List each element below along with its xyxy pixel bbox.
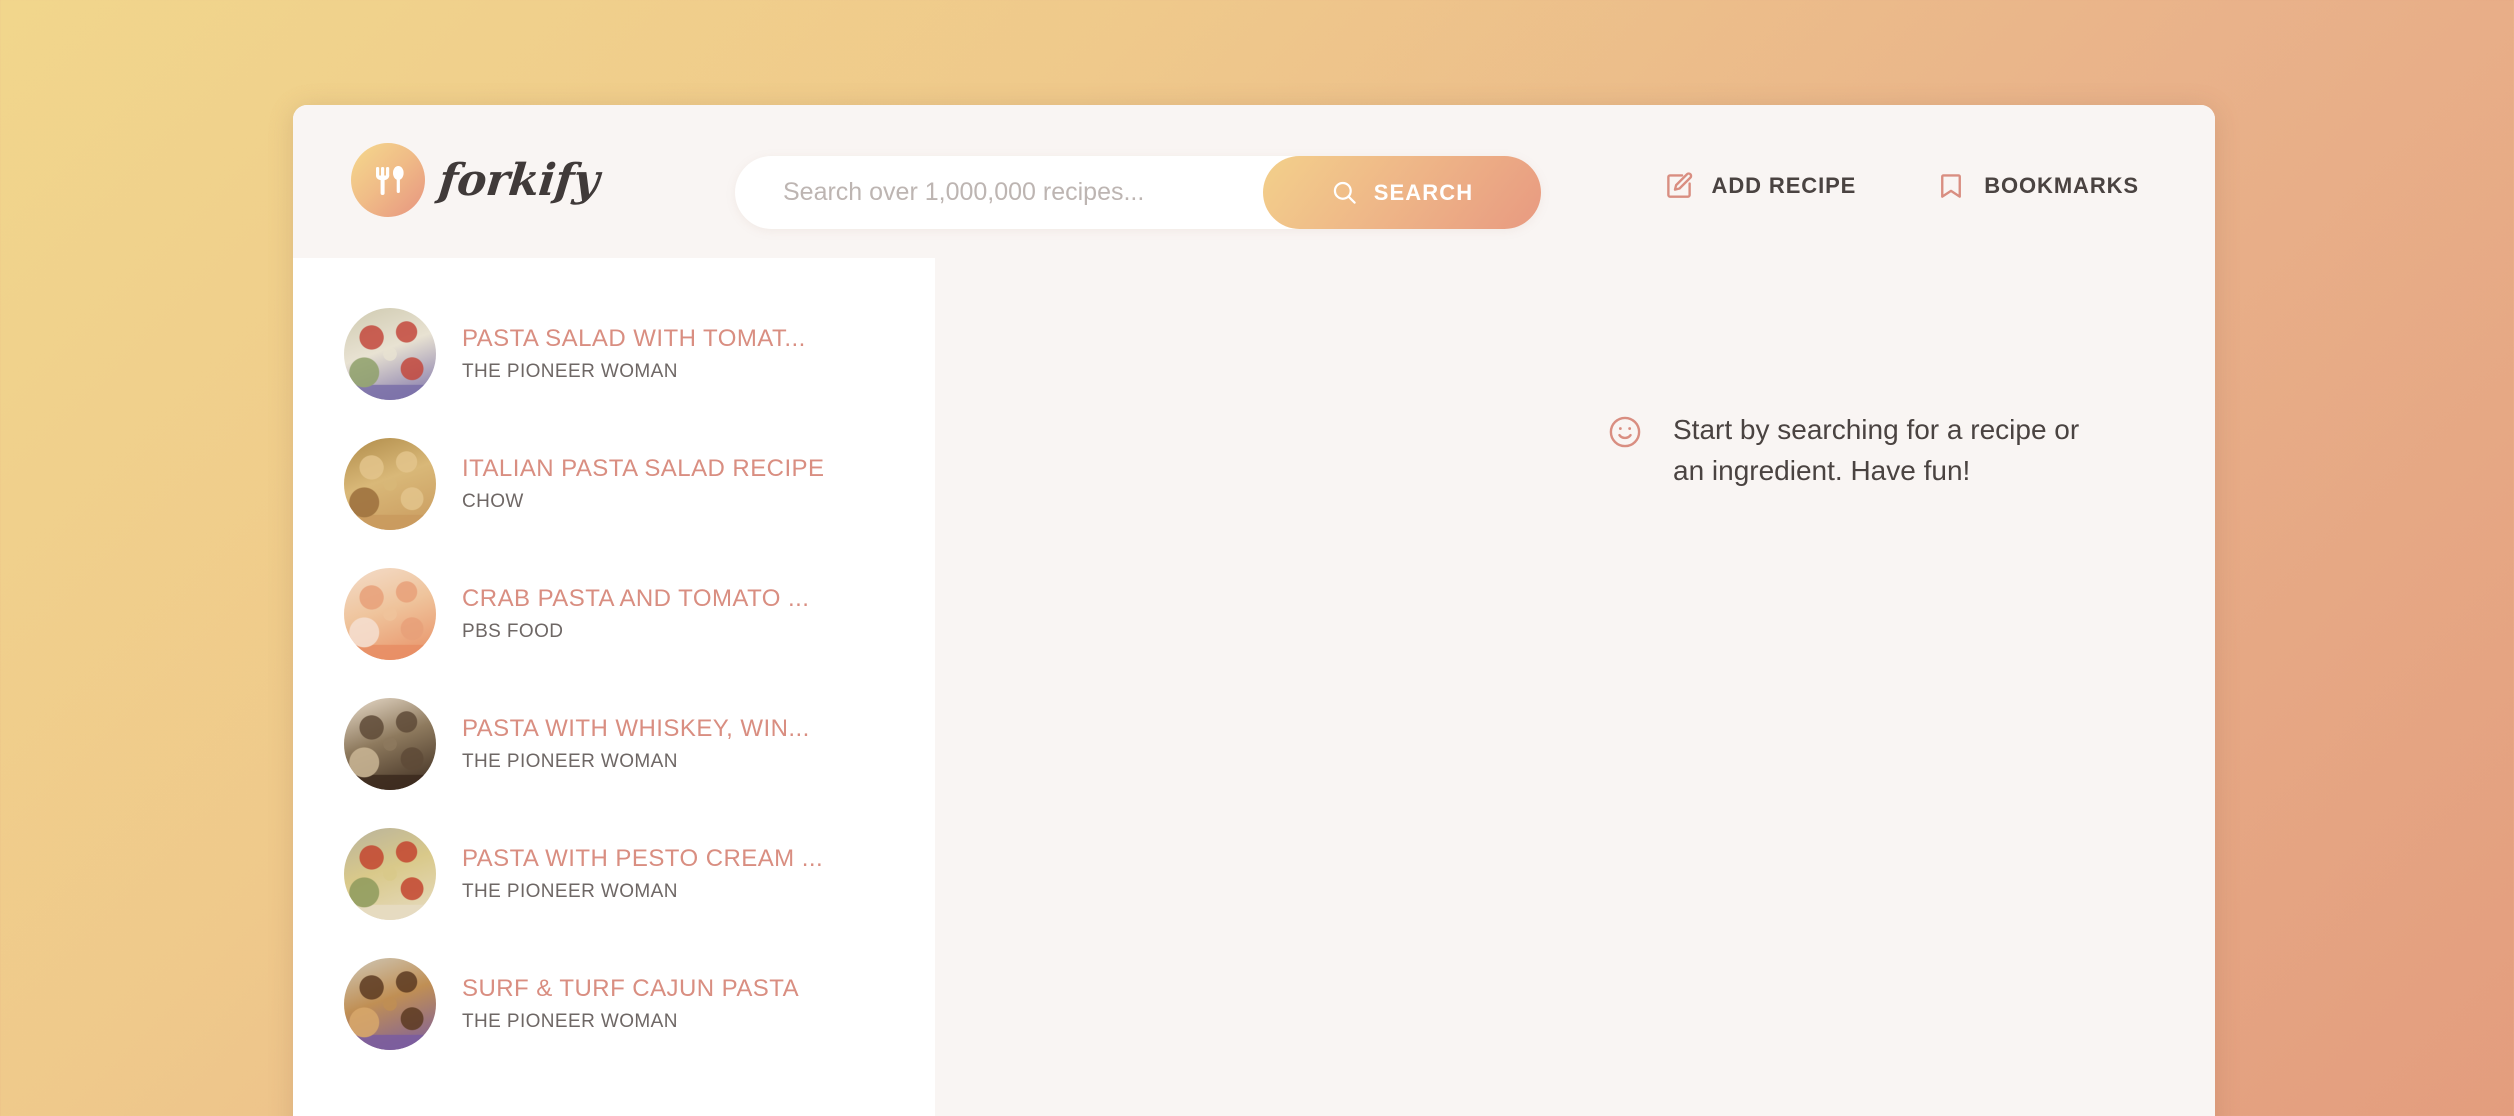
result-item[interactable]: SURF & TURF CAJUN PASTA THE PIONEER WOMA… — [293, 939, 935, 1069]
header-nav: ADD RECIPE BOOKMARKS — [1644, 155, 2159, 217]
bookmarks-button[interactable]: BOOKMARKS — [1916, 155, 2159, 217]
result-item[interactable]: ITALIAN PASTA SALAD RECIPE CHOW — [293, 419, 935, 549]
result-item[interactable]: PASTA SALAD WITH TOMAT... THE PIONEER WO… — [293, 289, 935, 419]
thumb-layer-1 — [344, 698, 436, 790]
add-recipe-button[interactable]: ADD RECIPE — [1644, 155, 1877, 217]
result-title: SURF & TURF CAJUN PASTA — [462, 975, 800, 1002]
result-item[interactable]: CRAB PASTA AND TOMATO ... PBS FOOD — [293, 549, 935, 679]
thumb-layer-1 — [344, 568, 436, 660]
result-publisher: CHOW — [462, 491, 524, 512]
recipe-thumbnail — [344, 828, 436, 920]
bookmark-icon — [1936, 171, 1966, 201]
result-title: ITALIAN PASTA SALAD RECIPE — [462, 455, 825, 482]
result-item[interactable]: PASTA WITH PESTO CREAM ... THE PIONEER W… — [293, 809, 935, 939]
result-info: ITALIAN PASTA SALAD RECIPE CHOW — [462, 455, 824, 513]
recipe-thumbnail — [344, 308, 436, 400]
search-button[interactable]: SEARCH — [1263, 156, 1541, 229]
thumb-layer-1 — [344, 438, 436, 530]
add-recipe-label: ADD RECIPE — [1711, 173, 1857, 198]
app-container: forkify SEARCH — [293, 105, 2215, 1116]
thumb-layer-1 — [344, 828, 436, 920]
result-publisher: THE PIONEER WOMAN — [462, 881, 678, 902]
result-info: SURF & TURF CAJUN PASTA THE PIONEER WOMA… — [462, 975, 799, 1033]
search-form: SEARCH — [735, 156, 1541, 229]
result-title: PASTA WITH PESTO CREAM ... — [462, 845, 824, 872]
search-icon — [1331, 179, 1358, 206]
bookmarks-label: BOOKMARKS — [1984, 173, 2139, 198]
logo-text: forkify — [436, 154, 602, 206]
result-title: CRAB PASTA AND TOMATO ... — [462, 585, 810, 612]
smiley-face-icon — [1607, 414, 1643, 450]
result-title: PASTA SALAD WITH TOMAT... — [462, 325, 806, 352]
edit-square-icon — [1664, 171, 1694, 201]
app-header: forkify SEARCH — [293, 105, 2215, 258]
result-info: CRAB PASTA AND TOMATO ... PBS FOOD — [462, 585, 809, 643]
result-info: PASTA WITH WHISKEY, WIN... THE PIONEER W… — [462, 715, 810, 773]
result-publisher: THE PIONEER WOMAN — [462, 751, 678, 772]
result-publisher: THE PIONEER WOMAN — [462, 1011, 678, 1032]
logo[interactable]: forkify — [351, 143, 602, 217]
recipe-thumbnail — [344, 568, 436, 660]
fork-spoon-icon — [351, 143, 425, 217]
recipe-thumbnail — [344, 438, 436, 530]
result-publisher: PBS FOOD — [462, 621, 564, 642]
recipe-thumbnail — [344, 958, 436, 1050]
empty-state-message: Start by searching for a recipe or an in… — [935, 258, 2113, 491]
recipe-pane: Start by searching for a recipe or an in… — [935, 258, 2215, 1116]
recipe-thumbnail — [344, 698, 436, 790]
result-info: PASTA SALAD WITH TOMAT... THE PIONEER WO… — [462, 325, 806, 383]
search-results-sidebar: PASTA SALAD WITH TOMAT... THE PIONEER WO… — [293, 258, 935, 1116]
result-item[interactable]: PASTA WITH WHISKEY, WIN... THE PIONEER W… — [293, 679, 935, 809]
empty-state-text: Start by searching for a recipe or an in… — [1673, 414, 2080, 487]
result-publisher: THE PIONEER WOMAN — [462, 361, 678, 382]
result-info: PASTA WITH PESTO CREAM ... THE PIONEER W… — [462, 845, 823, 903]
thumb-layer-1 — [344, 958, 436, 1050]
thumb-layer-1 — [344, 308, 436, 400]
search-button-label: SEARCH — [1373, 179, 1474, 205]
result-title: PASTA WITH WHISKEY, WIN... — [462, 715, 810, 742]
results-list: PASTA SALAD WITH TOMAT... THE PIONEER WO… — [293, 258, 935, 1069]
